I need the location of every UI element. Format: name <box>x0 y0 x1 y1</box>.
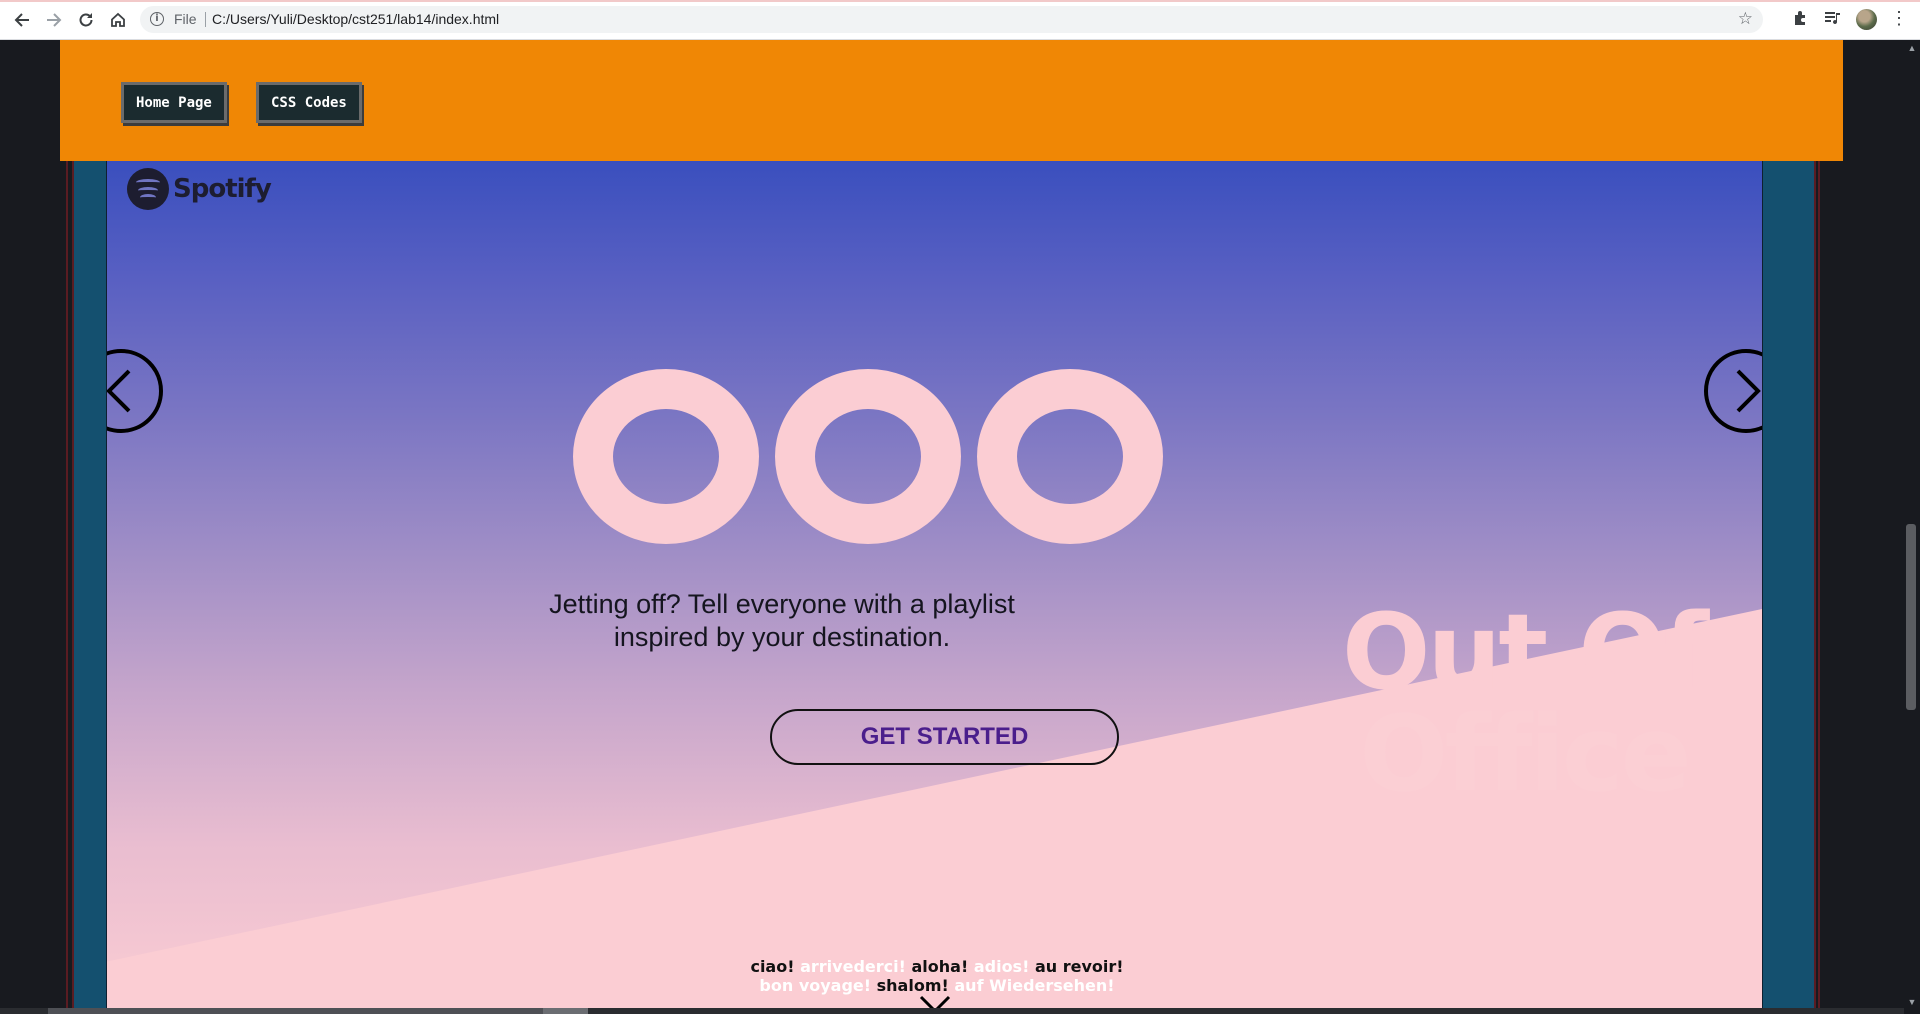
greetings-block: ciao! arrivederci! aloha! adios! au revo… <box>707 957 1167 995</box>
forward-icon[interactable] <box>42 8 66 32</box>
greeting-word: auf Wiedersehen! <box>954 976 1115 995</box>
greeting-word: ciao! <box>750 957 795 976</box>
greetings-line1: ciao! arrivederci! aloha! adios! au revo… <box>707 957 1167 976</box>
horizontal-scrollbar-thumb[interactable] <box>543 1008 588 1014</box>
letter-o-shape <box>573 369 759 544</box>
out-of-office-line2: Office <box>1359 693 1692 815</box>
tab-strip-edge <box>0 0 1920 2</box>
greeting-word: shalom! <box>876 976 949 995</box>
hero-headline: Jetting off? Tell everyone with a playli… <box>507 588 1057 654</box>
spotify-icon <box>127 168 169 210</box>
greeting-word: adios! <box>973 957 1030 976</box>
hero-headline-line1: Jetting off? Tell everyone with a playli… <box>549 589 1015 619</box>
profile-avatar[interactable] <box>1856 9 1877 30</box>
media-icon[interactable] <box>1822 9 1842 29</box>
out-of-office-title: Out Of Office <box>1314 591 1734 815</box>
info-icon[interactable]: i <box>150 12 164 26</box>
browser-toolbar: i File C:/Users/Yuli/Desktop/cst251/lab1… <box>0 0 1920 40</box>
scroll-down-icon[interactable]: ▼ <box>1906 996 1918 1008</box>
menu-icon[interactable]: ⋮ <box>1890 8 1908 29</box>
back-icon[interactable] <box>10 8 34 32</box>
extensions-icon[interactable] <box>1791 9 1811 29</box>
address-bar[interactable]: i File C:/Users/Yuli/Desktop/cst251/lab1… <box>140 6 1763 33</box>
star-icon[interactable]: ☆ <box>1738 9 1753 29</box>
get-started-button[interactable]: GET STARTED <box>770 709 1119 765</box>
spotify-logo[interactable]: Spotify <box>127 168 272 210</box>
greeting-word: au revoir! <box>1034 957 1124 976</box>
url-text[interactable]: C:/Users/Yuli/Desktop/cst251/lab14/index… <box>212 11 499 27</box>
home-icon[interactable] <box>106 8 130 32</box>
site-header: Home Page CSS Codes <box>60 40 1843 161</box>
horizontal-scrollbar-track-segment <box>48 1008 543 1014</box>
scroll-up-icon[interactable]: ▲ <box>1906 42 1918 54</box>
carousel-prev-button[interactable] <box>107 349 163 433</box>
greetings-line2: bon voyage! shalom! auf Wiedersehen! <box>707 976 1167 995</box>
home-page-button[interactable]: Home Page <box>121 82 227 123</box>
url-scheme-label: File <box>174 11 197 27</box>
css-codes-button[interactable]: CSS Codes <box>256 82 362 123</box>
hero-headline-line2: inspired by your destination. <box>613 622 951 652</box>
spotify-hero-banner: Spotify Jetting off? Tell everyone with … <box>106 161 1763 1014</box>
reload-icon[interactable] <box>74 8 98 32</box>
greeting-word: arrivederci! <box>800 957 906 976</box>
chevron-left-icon <box>107 369 131 413</box>
page-viewport: Home Page CSS Codes Spotify Jetting off?… <box>0 40 1920 1014</box>
letter-o-shape <box>977 369 1163 544</box>
letter-o-shape <box>775 369 961 544</box>
carousel-next-button[interactable] <box>1704 349 1762 433</box>
spotify-wordmark: Spotify <box>173 174 272 204</box>
out-of-office-line1: Out Of <box>1341 591 1709 713</box>
vertical-scrollbar-thumb[interactable] <box>1906 524 1916 710</box>
chevron-right-icon <box>1736 369 1761 413</box>
omnibox-divider <box>205 12 206 27</box>
greeting-word: bon voyage! <box>759 976 872 995</box>
greeting-word: aloha! <box>911 957 969 976</box>
